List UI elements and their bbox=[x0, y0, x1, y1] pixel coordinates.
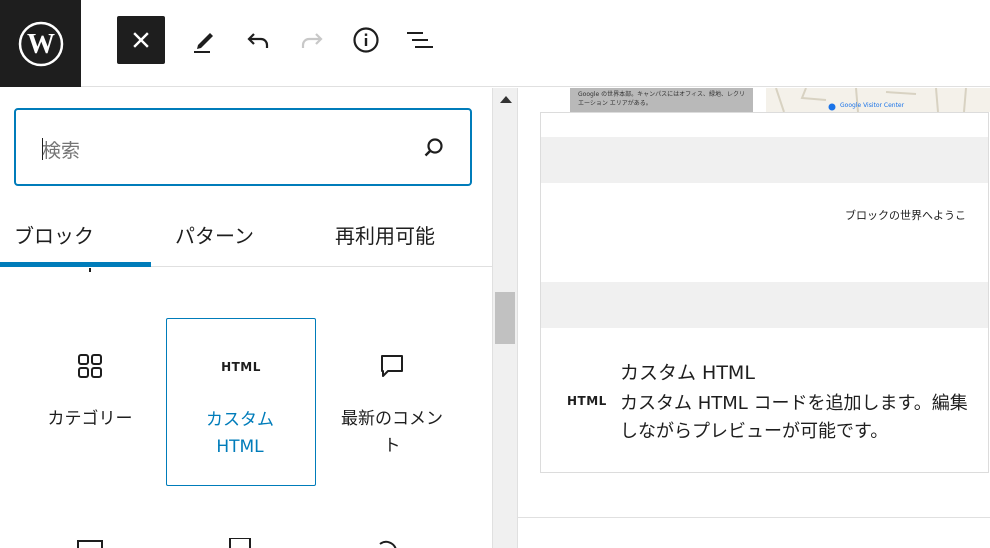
preview-world-text: ブロックの世界へようこ bbox=[845, 209, 966, 222]
categories-icon bbox=[15, 348, 165, 384]
preview-map-image: Google の世界本部。キャンパスにはオフィス、緑地、レクリエーション エリア… bbox=[570, 87, 990, 113]
undo-icon bbox=[247, 33, 269, 48]
preview-divider bbox=[518, 517, 990, 518]
block-inserter-panel: 検索 ブロック パターン 再利用可能 カテゴリー HTML カスタム HTML … bbox=[0, 88, 492, 548]
svg-text:W: W bbox=[27, 29, 55, 60]
block-item-categories[interactable]: カテゴリー bbox=[15, 318, 165, 486]
redo-icon bbox=[301, 33, 323, 48]
scroll-up-arrow-icon[interactable] bbox=[500, 96, 512, 103]
search-field[interactable]: 検索 bbox=[14, 108, 472, 186]
next-row-partial-icons bbox=[77, 538, 397, 548]
preview-band-bottom bbox=[541, 282, 988, 328]
map-caption: Google の世界本部。キャンパスにはオフィス、緑地、レクリエーション エリア… bbox=[570, 88, 753, 112]
wordpress-logo-icon: W bbox=[18, 21, 63, 66]
undo-button[interactable] bbox=[234, 16, 282, 64]
active-tab-indicator bbox=[0, 262, 151, 267]
top-toolbar: W bbox=[0, 0, 990, 87]
list-view-icon bbox=[407, 32, 433, 48]
tab-patterns[interactable]: パターン bbox=[175, 216, 254, 256]
redo-button[interactable] bbox=[288, 16, 336, 64]
wordpress-logo[interactable]: W bbox=[0, 0, 81, 87]
pencil-icon bbox=[194, 33, 213, 53]
tab-blocks[interactable]: ブロック bbox=[14, 216, 94, 256]
preview-card: ブロックの世界へようこ HTML カスタム HTML カスタム HTML コード… bbox=[540, 112, 989, 473]
list-view-button[interactable] bbox=[396, 16, 444, 64]
block-item-latest-comments[interactable]: 最新のコメント bbox=[317, 318, 467, 486]
block-item-label: カテゴリー bbox=[47, 409, 133, 429]
block-item-label: 最新のコメント bbox=[341, 409, 443, 456]
block-item-custom-html[interactable]: HTML カスタム HTML bbox=[166, 318, 316, 486]
block-preview-pane: Google の世界本部。キャンパスにはオフィス、緑地、レクリエーション エリア… bbox=[518, 87, 990, 548]
inserter-scrollbar[interactable] bbox=[492, 88, 518, 548]
inserter-tabs: ブロック パターン 再利用可能 bbox=[0, 210, 492, 267]
tools-button[interactable] bbox=[180, 16, 228, 64]
close-inserter-button[interactable] bbox=[117, 16, 165, 64]
map-label: Google Visitor Center bbox=[840, 102, 905, 109]
preview-band-top bbox=[541, 137, 988, 183]
details-button[interactable] bbox=[342, 16, 390, 64]
html-icon: HTML bbox=[167, 349, 315, 385]
html-icon: HTML bbox=[567, 394, 607, 408]
preview-block-title: カスタム HTML bbox=[620, 362, 755, 384]
comment-icon bbox=[317, 348, 467, 384]
scroll-thumb[interactable] bbox=[495, 292, 515, 344]
block-list: カテゴリー HTML カスタム HTML 最新のコメント bbox=[0, 268, 492, 548]
info-icon bbox=[353, 27, 379, 53]
preview-block-description: カスタム HTML コードを追加します。編集しながらプレビューが可能です。 bbox=[620, 393, 968, 442]
block-item-label: カスタム HTML bbox=[206, 410, 274, 457]
close-icon bbox=[133, 32, 149, 48]
html-icon-text: HTML bbox=[221, 360, 261, 374]
tab-reusable[interactable]: 再利用可能 bbox=[335, 216, 435, 256]
search-input[interactable]: 検索 bbox=[42, 136, 80, 163]
map-area: Google Visitor Center bbox=[766, 87, 990, 113]
search-icon bbox=[422, 136, 446, 164]
partial-block-icon bbox=[89, 268, 91, 272]
